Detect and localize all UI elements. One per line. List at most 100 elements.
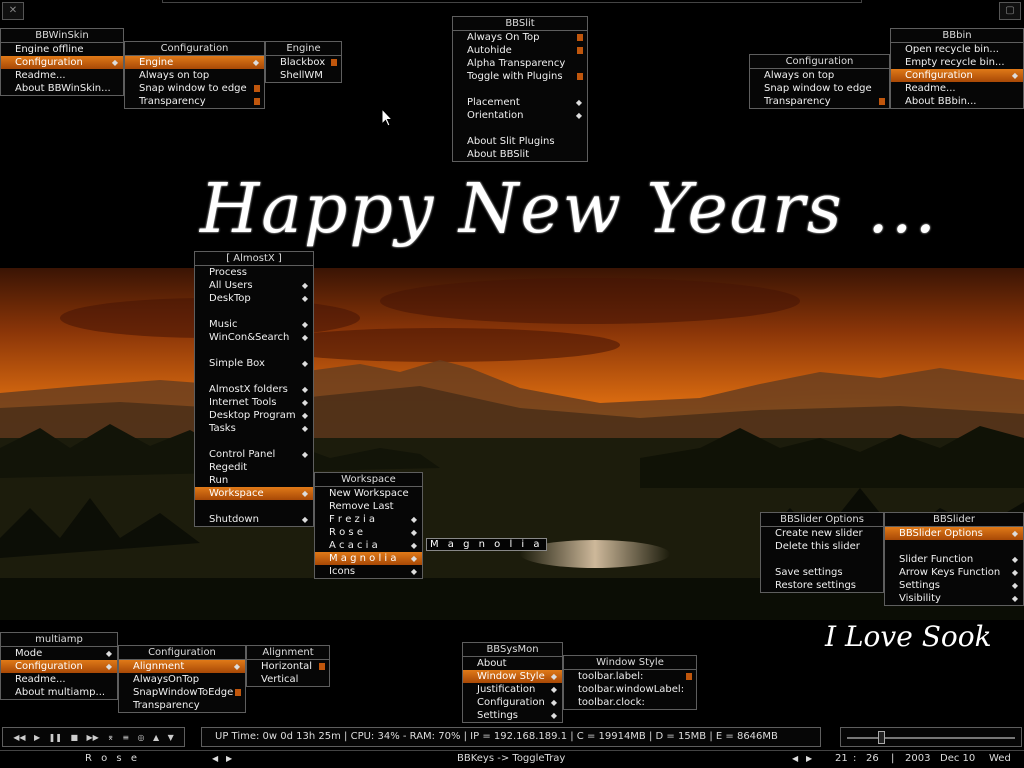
- submenu-arrow-icon: ◆: [410, 567, 417, 576]
- menu-item-toolbar-clock[interactable]: toolbar.clock:: [564, 696, 696, 709]
- menu-item-transparency[interactable]: Transparency: [750, 95, 889, 108]
- window-next-icon[interactable]: ▶: [806, 751, 812, 767]
- menu-item-icons[interactable]: Icons ◆: [315, 565, 422, 578]
- menu-item-always-on-top[interactable]: Always On Top: [453, 31, 587, 44]
- menu-item-snap-window[interactable]: SnapWindowToEdge: [119, 686, 245, 699]
- menu-item-about-multiamp[interactable]: About multiamp...: [1, 686, 117, 699]
- menu-item-desktop[interactable]: DeskTop ◆: [195, 292, 313, 305]
- workspace-prev-icon[interactable]: ◀: [212, 751, 218, 767]
- menu-item-autohide[interactable]: Autohide: [453, 44, 587, 57]
- playlist-icon[interactable]: ≡: [122, 733, 129, 742]
- menu-item-about-bbslit[interactable]: About BBSlit: [453, 148, 587, 161]
- menu-item-toggle-with-plugins[interactable]: Toggle with Plugins: [453, 70, 587, 83]
- menu-item-save-settings[interactable]: Save settings: [761, 566, 883, 579]
- window-prev-icon[interactable]: ◀: [792, 751, 798, 767]
- menu-item-internet-tools[interactable]: Internet Tools ◆: [195, 396, 313, 409]
- menu-item-process[interactable]: Process: [195, 266, 313, 279]
- menu-item-configuration[interactable]: Configuration ◆: [1, 660, 117, 673]
- menu-item-mode[interactable]: Mode ◆: [1, 647, 117, 660]
- menu-item-bbslider-options[interactable]: BBSlider Options ◆: [885, 527, 1023, 540]
- menu-item-all-users[interactable]: All Users ◆: [195, 279, 313, 292]
- menu-item-restore-settings[interactable]: Restore settings: [761, 579, 883, 592]
- menu-item-tasks[interactable]: Tasks ◆: [195, 422, 313, 435]
- pause-icon[interactable]: ❚❚: [49, 733, 62, 742]
- menu-item-label: About BBWinSkin...: [15, 83, 111, 94]
- menu-item-visibility[interactable]: Visibility ◆: [885, 592, 1023, 605]
- menu-item-snap-window[interactable]: Snap window to edge: [750, 82, 889, 95]
- menu-item-label: Open recycle bin...: [905, 44, 999, 55]
- menu-item-engine[interactable]: Engine ◆: [125, 56, 264, 69]
- stop-icon[interactable]: ■: [70, 733, 78, 742]
- menu-item-new-workspace[interactable]: New Workspace: [315, 487, 422, 500]
- menu-item-horizontal[interactable]: Horizontal: [247, 660, 329, 673]
- menu-item-configuration[interactable]: Configuration ◆: [1, 56, 123, 69]
- menu-item-workspace-frezia[interactable]: F r e z i a ◆: [315, 513, 422, 526]
- record-icon[interactable]: ◎: [138, 733, 145, 742]
- menu-item-slider-function[interactable]: Slider Function ◆: [885, 553, 1023, 566]
- toolbar: R o s e ◀ ▶ BBKeys -> ToggleTray ◀ ▶ 21 …: [0, 750, 1024, 768]
- menu-item-engine-offline[interactable]: Engine offline: [1, 43, 123, 56]
- menu-item-placement[interactable]: Placement ◆: [453, 96, 587, 109]
- menu-item-empty-recycle-bin[interactable]: Empty recycle bin...: [891, 56, 1023, 69]
- menu-item-regedit[interactable]: Regedit: [195, 461, 313, 474]
- workspace-next-icon[interactable]: ▶: [226, 751, 232, 767]
- menu-item-settings[interactable]: Settings ◆: [885, 579, 1023, 592]
- menu-item-label: WinCon&Search: [209, 332, 290, 343]
- menu-item-always-on-top[interactable]: AlwaysOnTop: [119, 673, 245, 686]
- menu-item-always-on-top[interactable]: Always on top: [750, 69, 889, 82]
- bbslider-control[interactable]: [840, 727, 1022, 747]
- prev-icon[interactable]: ◀◀: [13, 733, 25, 742]
- menu-item-settings[interactable]: Settings ◆: [463, 709, 562, 722]
- menu-item-workspace-rose[interactable]: R o s e ◆: [315, 526, 422, 539]
- menu-item-label: DeskTop: [209, 293, 251, 304]
- menu-item-transparency[interactable]: Transparency: [125, 95, 264, 108]
- volume-down-icon[interactable]: ▼: [168, 733, 174, 742]
- menu-item-toolbar-window-label[interactable]: toolbar.windowLabel:: [564, 683, 696, 696]
- menu-item-alpha-transparency[interactable]: Alpha Transparency: [453, 57, 587, 70]
- menu-item-readme[interactable]: Readme...: [891, 82, 1023, 95]
- menu-item-window-style[interactable]: Window Style ◆: [463, 670, 562, 683]
- menu-item-justification[interactable]: Justification ◆: [463, 683, 562, 696]
- menu-item-delete-slider[interactable]: Delete this slider: [761, 540, 883, 553]
- menu-item-transparency[interactable]: Transparency: [119, 699, 245, 712]
- next-icon[interactable]: ▶▶: [86, 733, 98, 742]
- menu-item-desktop-program[interactable]: Desktop Program ◆: [195, 409, 313, 422]
- menu-item-workspace[interactable]: Workspace ◆: [195, 487, 313, 500]
- menu-item-alignment[interactable]: Alignment ◆: [119, 660, 245, 673]
- menu-item-shellwm[interactable]: ShellWM: [266, 69, 341, 82]
- slider-knob[interactable]: [877, 731, 885, 744]
- menu-item-arrow-keys-function[interactable]: Arrow Keys Function ◆: [885, 566, 1023, 579]
- menu-item-blackbox[interactable]: Blackbox: [266, 56, 341, 69]
- menu-item-orientation[interactable]: Orientation ◆: [453, 109, 587, 122]
- menu-item-vertical[interactable]: Vertical: [247, 673, 329, 686]
- menu-item-about[interactable]: About BBWinSkin...: [1, 82, 123, 95]
- menu-item-readme[interactable]: Readme...: [1, 673, 117, 686]
- shuffle-icon[interactable]: ⌆: [107, 733, 114, 742]
- menu-item-run[interactable]: Run: [195, 474, 313, 487]
- menu-item-remove-last[interactable]: Remove Last: [315, 500, 422, 513]
- menu-item-about-bbbin[interactable]: About BBbin...: [891, 95, 1023, 108]
- menu-item-workspace-magnolia[interactable]: M a g n o l i a ◆: [315, 552, 422, 565]
- menu-item-workspace-acacia[interactable]: A c a c i a ◆: [315, 539, 422, 552]
- menu-item-open-recycle-bin[interactable]: Open recycle bin...: [891, 43, 1023, 56]
- menu-item-about-slit-plugins[interactable]: About Slit Plugins: [453, 135, 587, 148]
- menu-item-simple-box[interactable]: Simple Box ◆: [195, 357, 313, 370]
- window-icon[interactable]: ▢: [999, 2, 1021, 20]
- menu-item-wincon-search[interactable]: WinCon&Search ◆: [195, 331, 313, 344]
- menu-item-create-slider[interactable]: Create new slider: [761, 527, 883, 540]
- menu-item-music[interactable]: Music ◆: [195, 318, 313, 331]
- play-icon[interactable]: ▶: [34, 733, 40, 742]
- volume-up-icon[interactable]: ▲: [153, 733, 159, 742]
- menu-item-always-on-top[interactable]: Always on top: [125, 69, 264, 82]
- menu-item-readme[interactable]: Readme...: [1, 69, 123, 82]
- menu-item-configuration[interactable]: Configuration ◆: [463, 696, 562, 709]
- menu-item-shutdown[interactable]: Shutdown ◆: [195, 513, 313, 526]
- menu-item-toolbar-label[interactable]: toolbar.label:: [564, 670, 696, 683]
- menu-item-about[interactable]: About: [463, 657, 562, 670]
- close-icon[interactable]: ✕: [2, 2, 24, 20]
- menu-item-label: Readme...: [15, 70, 66, 81]
- menu-item-configuration[interactable]: Configuration ◆: [891, 69, 1023, 82]
- menu-item-control-panel[interactable]: Control Panel ◆: [195, 448, 313, 461]
- menu-item-snap-window[interactable]: Snap window to edge: [125, 82, 264, 95]
- menu-item-almostx-folders[interactable]: AlmostX folders ◆: [195, 383, 313, 396]
